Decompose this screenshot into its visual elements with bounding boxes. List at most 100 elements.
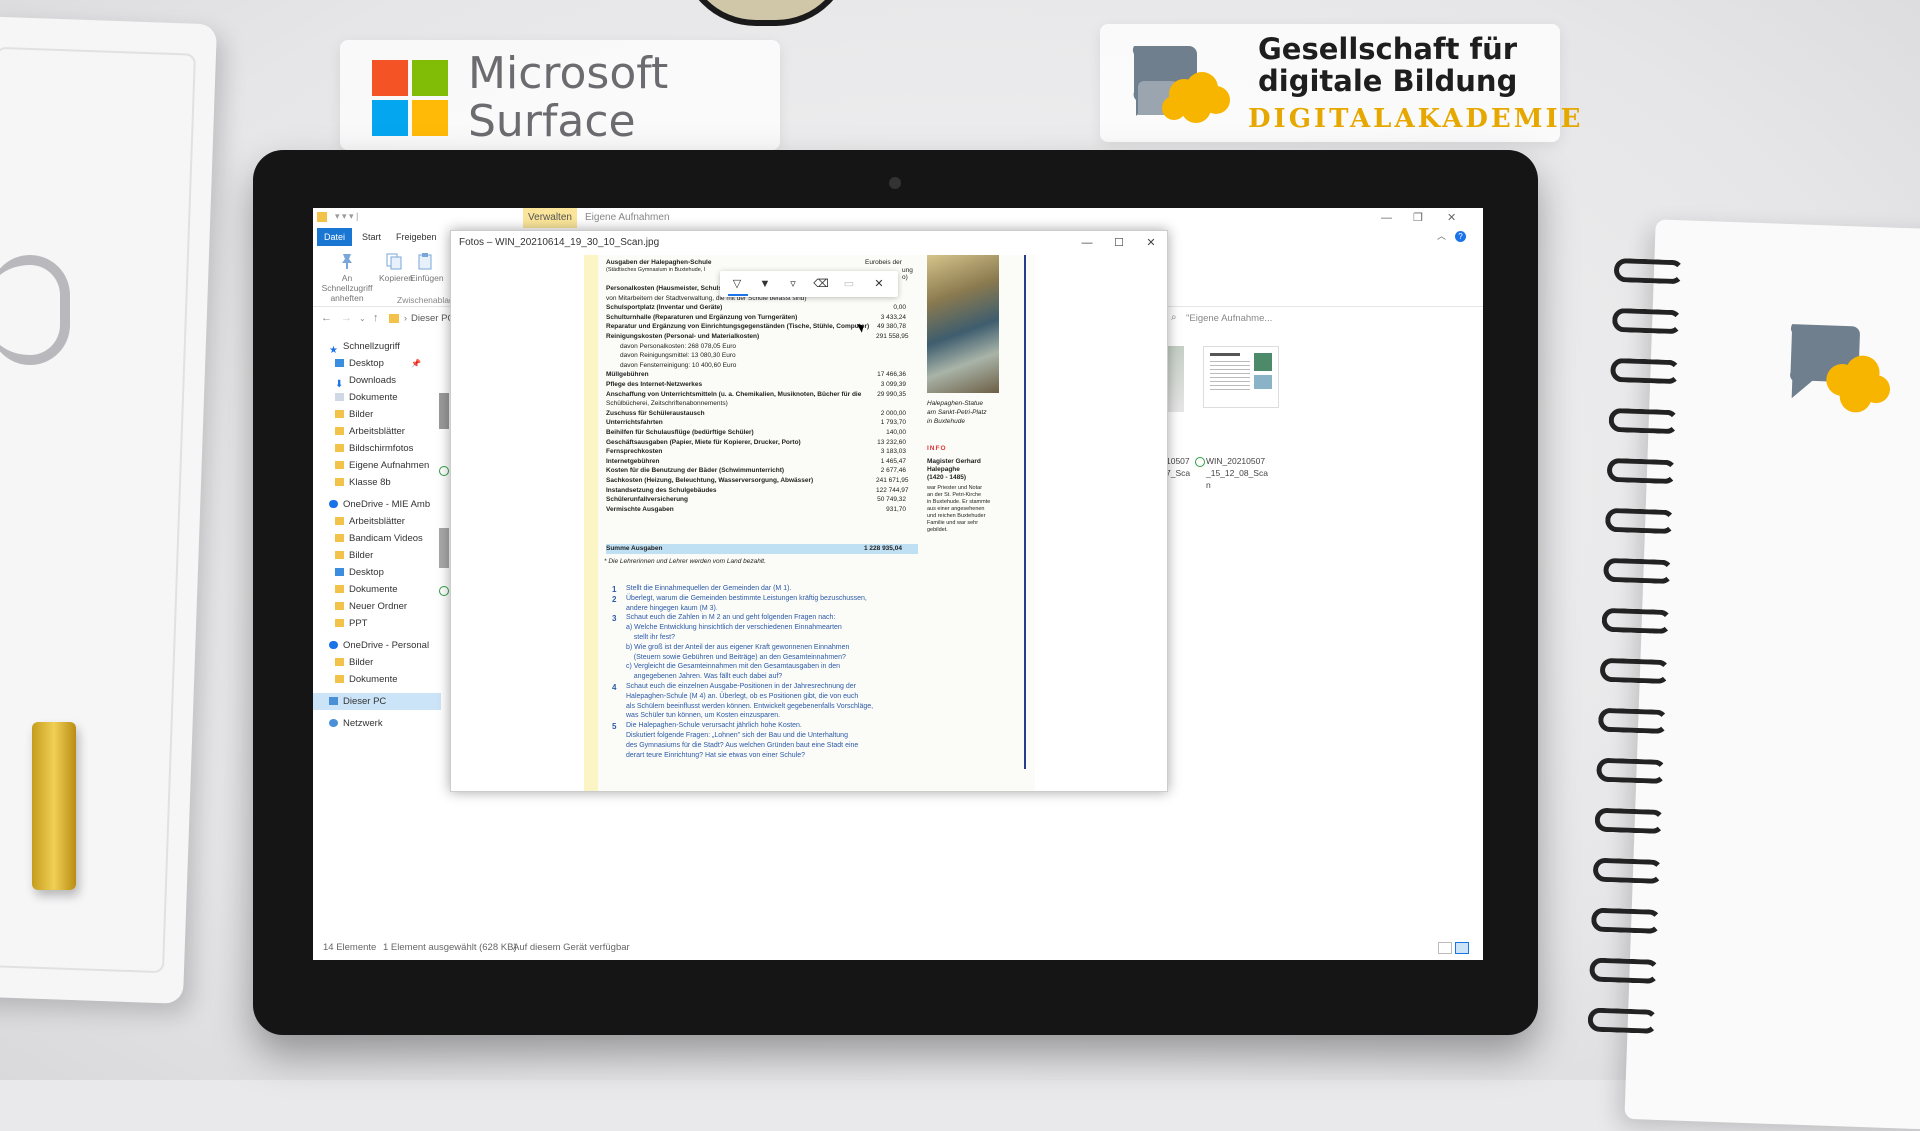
- expense-label: davon Reinigungsmittel: 13 080,30 Euro: [620, 352, 736, 360]
- sidebar-item-ppt[interactable]: PPT: [313, 615, 447, 632]
- task-number: 4: [612, 683, 617, 692]
- status-bar: 14 Elemente 1 Element ausgewählt (628 KB…: [313, 936, 1483, 960]
- file-thumbnail[interactable]: [439, 393, 449, 429]
- back-arrow-icon[interactable]: ←: [321, 312, 332, 324]
- sidebar-item-eigene-aufnahmen[interactable]: Eigene Aufnahmen: [313, 457, 447, 474]
- expense-value: 241 671,95: [876, 477, 909, 484]
- task-text: Die Halepaghen-Schule verursacht jährlic…: [626, 722, 802, 730]
- close-icon[interactable]: ✕: [1447, 208, 1456, 228]
- sidebar-item-netzwerk[interactable]: Netzwerk: [313, 715, 441, 732]
- info-label: INFO: [927, 445, 947, 452]
- navigation-pane: ★ Schnellzugriff Desktop 📌 ⬇ Downloads Doku…: [313, 338, 441, 838]
- copy-button[interactable]: Kopieren: [379, 252, 413, 283]
- folder-icon: [335, 658, 344, 667]
- task-number: 1: [612, 585, 617, 594]
- expense-label: Pflege des Internet-Netzwerkes: [606, 381, 703, 388]
- highlighter-icon[interactable]: ▿: [784, 275, 802, 293]
- sidebar-item-bildschirmfotos[interactable]: Bildschirmfotos: [313, 440, 447, 457]
- ballpoint-pen-icon[interactable]: ▽: [728, 275, 746, 293]
- forward-arrow-icon[interactable]: →: [341, 312, 352, 324]
- sidebar-item-dokumente[interactable]: Dokumente: [313, 389, 447, 406]
- maximize-icon[interactable]: ❐: [1413, 208, 1423, 228]
- sidebar-item-dieser-pc[interactable]: Dieser PC: [313, 693, 441, 710]
- minimize-icon[interactable]: —: [1071, 231, 1103, 255]
- sidebar-item-neuer-ordner[interactable]: Neuer Ordner: [313, 598, 447, 615]
- expense-value: 3 433,24: [880, 313, 906, 321]
- file-label[interactable]: 10507 7_Sca: [1166, 455, 1190, 479]
- expense-label: Schülbücherei, Zeitschriftenabonnements): [606, 400, 728, 408]
- ruler-icon[interactable]: ▭: [840, 275, 858, 293]
- sidebar-item-schnellzugriff[interactable]: ★ Schnellzugriff: [313, 338, 441, 355]
- status-availability: Auf diesem Gerät verfügbar: [513, 942, 630, 953]
- doc-heading: Ausgaben der Halepaghen-Schule: [606, 259, 712, 266]
- tab-freigeben[interactable]: Freigeben: [389, 228, 444, 246]
- sidebar-item-bilder-personal[interactable]: Bilder: [313, 654, 447, 671]
- sidebar-item-downloads[interactable]: ⬇ Downloads: [313, 372, 447, 389]
- expense-label: Zuschuss für Schüleraustausch: [606, 409, 705, 417]
- sidebar-item-dokumente-personal[interactable]: Dokumente: [313, 671, 447, 688]
- paste-button[interactable]: Einfügen: [410, 252, 444, 283]
- chevron-down-icon[interactable]: ⌄: [359, 314, 366, 323]
- sidebar-item-bilder-od[interactable]: Bilder: [313, 547, 447, 564]
- doc-heading-right: Eurobeis der: [865, 259, 902, 266]
- tablet-device: ▾ ▾ ▾ | Verwalten Eigene Aufnahmen — ❐ ✕…: [253, 150, 1538, 1035]
- sidebar-item-bilder[interactable]: Bilder: [313, 406, 447, 423]
- task-text: angegebenen Jahren. Was fällt euch dabei…: [626, 673, 783, 681]
- task-text: andere hingegen kaum (M 3).: [626, 604, 718, 612]
- close-icon[interactable]: ✕: [1135, 231, 1167, 255]
- large-icons-view-icon[interactable]: [1455, 942, 1469, 954]
- quick-access-toolbar[interactable]: ▾ ▾ ▾ |: [335, 211, 358, 222]
- eraser-icon[interactable]: ⌫: [812, 275, 830, 293]
- sidebar-item-klasse-8b[interactable]: Klasse 8b: [313, 474, 447, 491]
- expense-value: 50 749,32: [877, 496, 906, 504]
- up-arrow-icon[interactable]: ↑: [373, 312, 379, 324]
- photos-titlebar: Fotos – WIN_20210614_19_30_10_Scan.jpg —…: [451, 231, 1167, 255]
- file-thumbnail[interactable]: [439, 528, 449, 568]
- tab-datei[interactable]: Datei: [317, 228, 353, 246]
- help-icon[interactable]: ?: [1455, 231, 1466, 242]
- tab-verwalten[interactable]: Verwalten: [523, 208, 577, 228]
- sidebar-item-dokumente-od[interactable]: Dokumente: [313, 581, 447, 598]
- task-text: (Steuern sowie Gebühren und Beiträge) an…: [626, 653, 846, 661]
- photos-window: Fotos – WIN_20210614_19_30_10_Scan.jpg —…: [450, 230, 1168, 792]
- task-text: c) Vergleicht die Gesamteinnahmen mit de…: [626, 663, 841, 671]
- expense-label: davon Fensterreinigung: 10 400,60 Euro: [620, 361, 737, 369]
- microsoft-surface-wordmark: Microsoft Surface: [468, 48, 669, 147]
- file-label[interactable]: WIN_20210507 _15_12_08_Sca n: [1206, 455, 1268, 491]
- active-tool-indicator: [728, 294, 748, 296]
- sidebar-item-onedrive-mie[interactable]: OneDrive - MIE Amb: [313, 496, 441, 513]
- sum-value: 1 228 935,04: [864, 545, 902, 552]
- minimize-icon[interactable]: —: [1381, 208, 1392, 228]
- pencil-icon[interactable]: ▼: [756, 275, 774, 293]
- expense-value: 3 183,03: [880, 448, 906, 456]
- ink-toolbar: ▽ ▼ ▿ ⌫ ▭ ✕: [720, 271, 898, 297]
- expense-label: Schulsportplatz (Inventar und Geräte): [606, 304, 723, 312]
- expense-label: Personalkosten (Hausmeister, Schulsek: [606, 285, 730, 292]
- expense-label: Reinigungskosten (Personal- und Material…: [606, 333, 760, 340]
- file-thumbnail-selected[interactable]: [1203, 346, 1279, 408]
- sidebar-item-bandicam[interactable]: Bandicam Videos: [313, 530, 447, 547]
- maximize-icon[interactable]: ☐: [1103, 231, 1135, 255]
- task-text: a) Welche Entwicklung hinsichtlich der v…: [626, 624, 842, 632]
- pin-quick-access-button[interactable]: An Schnellzugriff anheften: [317, 252, 377, 303]
- search-input[interactable]: "Eigene Aufnahme...: [1186, 310, 1296, 328]
- task-text: Stellt die Einnahmequellen der Gemeinden…: [626, 585, 792, 592]
- sidebar-item-desktop-od[interactable]: Desktop: [313, 564, 447, 581]
- close-icon[interactable]: ✕: [870, 275, 888, 293]
- task-text: was Schüler tun können, um Kosten einzus…: [626, 712, 781, 720]
- file-thumbnail[interactable]: [1168, 346, 1184, 412]
- gfdb-title-line2: digitale Bildung: [1258, 64, 1518, 98]
- ribbon-collapse-icon[interactable]: ︿: [1437, 226, 1446, 246]
- sidebar-item-arbeitsblaetter-od[interactable]: Arbeitsblätter: [313, 513, 447, 530]
- expense-label: Beihilfen für Schulausflüge (bedürftige …: [606, 429, 754, 436]
- sidebar-item-onedrive-personal[interactable]: OneDrive - Personal: [313, 637, 441, 654]
- status-item-count: 14 Elemente: [323, 942, 377, 953]
- microsoft-surface-card: Microsoft Surface: [340, 40, 780, 150]
- sidebar-item-arbeitsblaetter[interactable]: Arbeitsblätter: [313, 423, 447, 440]
- sidebar-item-desktop[interactable]: Desktop 📌: [313, 355, 447, 372]
- task-text: als Schülern beeinflusst werden können. …: [626, 702, 874, 710]
- expense-label: Kosten für die Benutzung der Bäder (Schw…: [606, 467, 785, 475]
- folder-icon: [335, 585, 344, 594]
- tab-start[interactable]: Start: [355, 228, 388, 246]
- details-view-icon[interactable]: [1438, 942, 1452, 954]
